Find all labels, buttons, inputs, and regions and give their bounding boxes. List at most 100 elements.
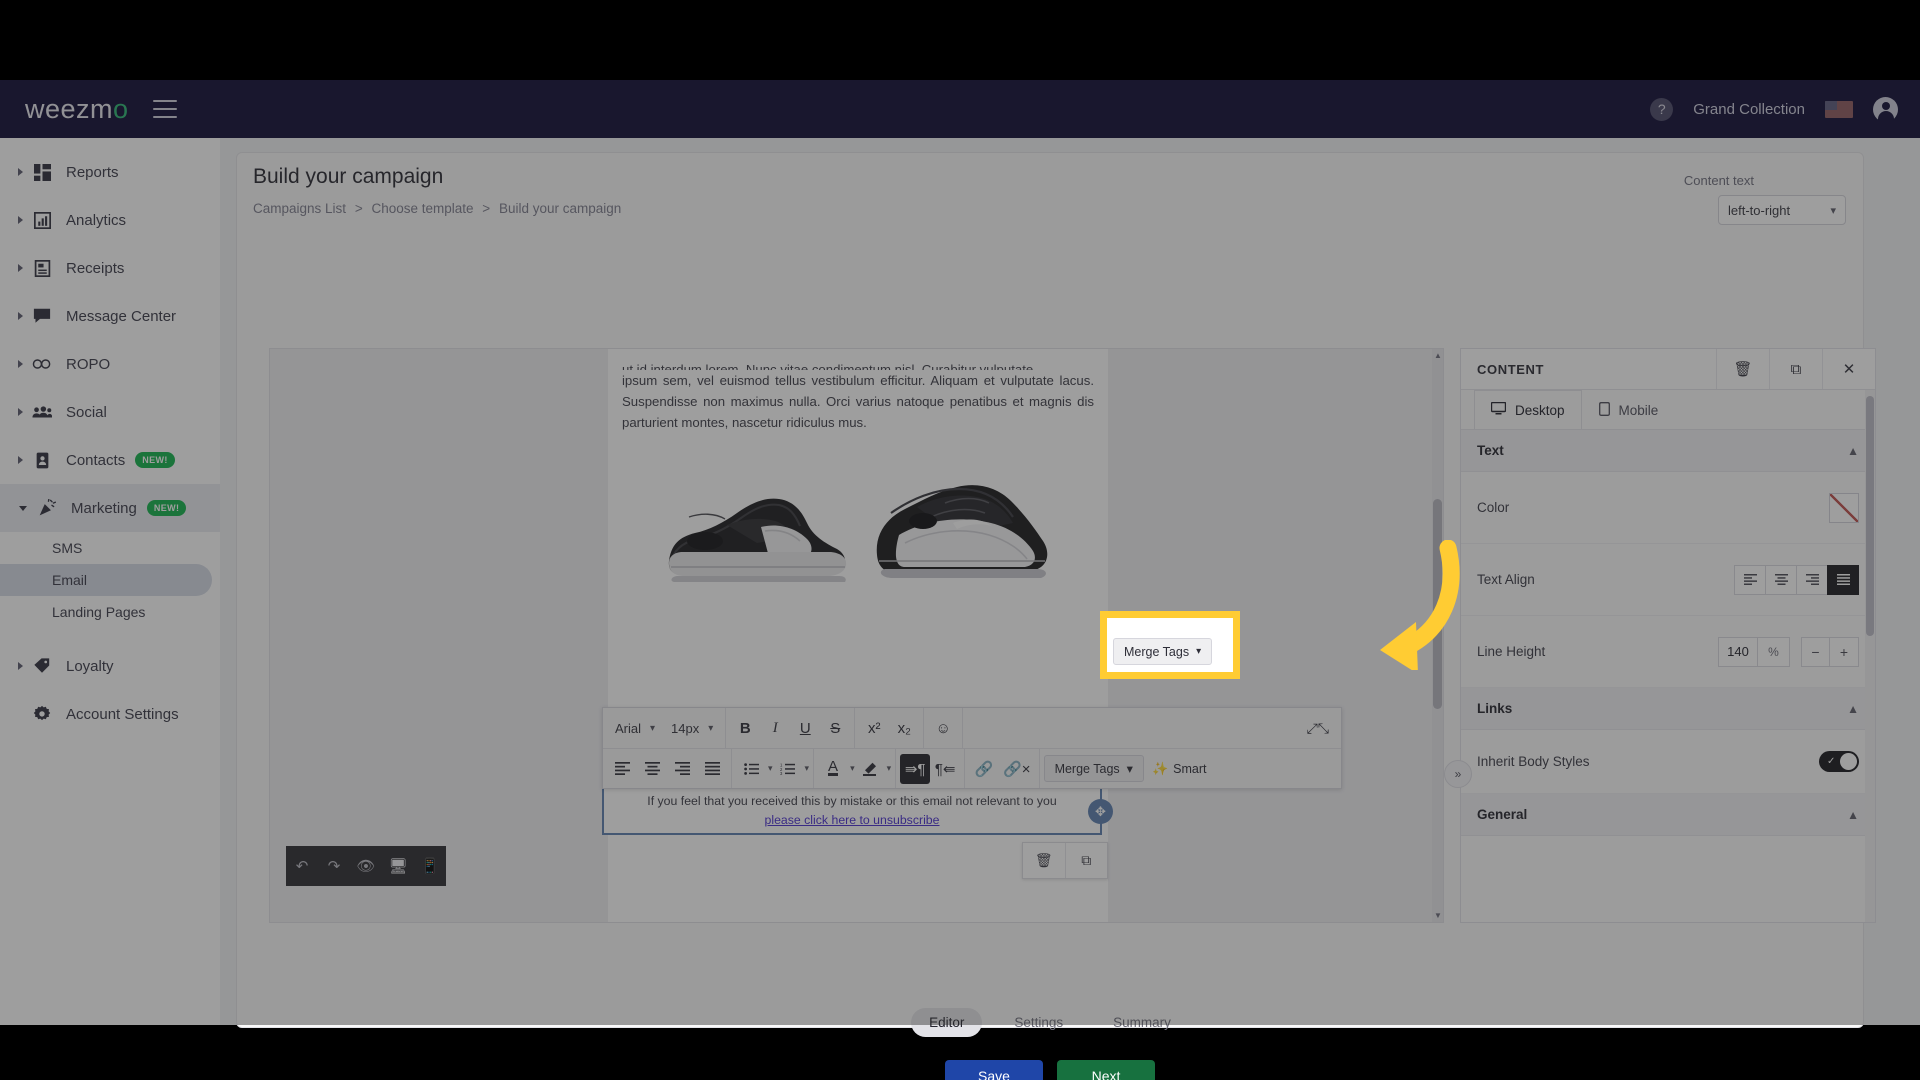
sidebar-item-reports[interactable]: Reports bbox=[0, 148, 220, 196]
rtl-direction-icon[interactable]: ⇛¶ bbox=[900, 753, 931, 784]
breadcrumb-build-your-campaign[interactable]: Build your campaign bbox=[499, 201, 621, 216]
eye-icon[interactable]: 👁 bbox=[353, 853, 379, 879]
text-direction-select[interactable]: left-to-right ▾ bbox=[1718, 195, 1846, 225]
section-title: General bbox=[1477, 807, 1528, 822]
font-color-icon[interactable]: A bbox=[818, 754, 848, 784]
sidebar-item-receipts[interactable]: Receipts bbox=[0, 244, 220, 292]
properties-scrollbar-thumb[interactable] bbox=[1866, 396, 1874, 636]
align-justify-icon[interactable] bbox=[1827, 564, 1859, 595]
email-image-block[interactable] bbox=[608, 473, 1108, 593]
highlighter-icon[interactable] bbox=[855, 754, 885, 784]
align-justify-icon[interactable] bbox=[697, 754, 727, 784]
sidebar-item-message-center[interactable]: Message Center bbox=[0, 292, 220, 340]
us-flag-icon[interactable] bbox=[1825, 100, 1853, 118]
strikethrough-button[interactable]: S bbox=[820, 713, 850, 743]
close-icon[interactable]: ✕ bbox=[1822, 349, 1875, 389]
align-left-icon[interactable] bbox=[607, 754, 637, 784]
breadcrumb-campaigns-list[interactable]: Campaigns List bbox=[253, 201, 346, 216]
inherit-body-styles-toggle[interactable]: ✓ bbox=[1819, 751, 1859, 772]
italic-button[interactable]: I bbox=[760, 713, 790, 743]
scroll-up-arrow[interactable]: ▲ bbox=[1434, 351, 1442, 360]
tab-desktop[interactable]: Desktop bbox=[1474, 390, 1582, 429]
drag-move-icon[interactable]: ✥ bbox=[1088, 799, 1113, 824]
subscript-button[interactable]: x₂ bbox=[889, 713, 919, 743]
weezmo-logo[interactable]: weezmo bbox=[25, 94, 129, 125]
chevron-down-icon[interactable]: ▾ bbox=[805, 763, 810, 774]
align-left-icon[interactable] bbox=[1734, 564, 1766, 595]
sidebar-subitem-email[interactable]: Email bbox=[0, 564, 212, 596]
bold-button[interactable]: B bbox=[730, 713, 760, 743]
underline-button[interactable]: U bbox=[790, 713, 820, 743]
font-family-select[interactable]: Arial ▾ bbox=[607, 714, 663, 742]
letterbox-top bbox=[0, 0, 1920, 80]
sidebar-item-ropo[interactable]: ROPO bbox=[0, 340, 220, 388]
chevrons-right-icon[interactable]: » bbox=[1444, 760, 1472, 788]
tab-settings[interactable]: Settings bbox=[996, 1008, 1081, 1037]
email-body[interactable]: ut id interdum lorem. Nunc vitae condime… bbox=[608, 349, 1108, 922]
sidebar-subitem-landing-pages[interactable]: Landing Pages bbox=[0, 596, 212, 628]
unsubscribe-link[interactable]: please click here to unsubscribe bbox=[765, 811, 940, 830]
breadcrumb-choose-template[interactable]: Choose template bbox=[371, 201, 473, 216]
sidebar-item-social[interactable]: Social bbox=[0, 388, 220, 436]
user-avatar-icon[interactable] bbox=[1873, 96, 1898, 122]
trash-icon[interactable]: 🗑 bbox=[1716, 349, 1769, 389]
sidebar-item-marketing[interactable]: Marketing NEW! bbox=[0, 484, 220, 532]
section-header-general[interactable]: General ▲ bbox=[1461, 794, 1875, 836]
sidebar-subitem-sms[interactable]: SMS bbox=[0, 532, 212, 564]
chevron-right-icon bbox=[18, 216, 23, 224]
smart-button[interactable]: ✨ Smart bbox=[1144, 761, 1215, 777]
save-button[interactable]: Save bbox=[945, 1060, 1043, 1080]
chevron-down-icon[interactable]: ▾ bbox=[850, 763, 855, 774]
superscript-button[interactable]: x² bbox=[859, 713, 889, 743]
align-right-icon[interactable] bbox=[667, 754, 697, 784]
section-header-text[interactable]: Text ▲ bbox=[1461, 430, 1875, 472]
chevron-up-icon: ▲ bbox=[1847, 443, 1859, 458]
desktop-icon[interactable]: 🖥 bbox=[385, 853, 411, 879]
chevron-down-icon[interactable]: ▾ bbox=[887, 763, 892, 774]
font-size-select[interactable]: 14px ▾ bbox=[663, 714, 721, 742]
collapse-icon[interactable]: ⤢⤡ bbox=[1295, 720, 1341, 737]
align-center-icon[interactable] bbox=[1765, 564, 1797, 595]
sidebar-label: Message Center bbox=[66, 307, 177, 325]
emoji-icon[interactable]: ☺ bbox=[928, 713, 958, 743]
tab-summary[interactable]: Summary bbox=[1095, 1008, 1189, 1037]
trash-icon[interactable]: 🗑 bbox=[1023, 843, 1065, 878]
mobile-icon[interactable]: 📱 bbox=[417, 853, 443, 879]
duplicate-icon[interactable]: ⧉ bbox=[1064, 843, 1108, 878]
email-footer-block-selected[interactable]: If you feel that you received this by mi… bbox=[602, 787, 1102, 835]
chevron-down-icon[interactable]: ▾ bbox=[768, 763, 773, 774]
undo-icon[interactable]: ↶ bbox=[289, 853, 315, 879]
redo-icon[interactable]: ↷ bbox=[321, 853, 347, 879]
color-swatch[interactable] bbox=[1829, 492, 1859, 523]
duplicate-icon[interactable]: ⧉ bbox=[1769, 349, 1822, 389]
ltr-direction-icon[interactable]: ¶⇚ bbox=[930, 754, 960, 784]
scroll-down-arrow[interactable]: ▼ bbox=[1434, 911, 1442, 920]
sneaker-image-right[interactable] bbox=[865, 473, 1055, 593]
unlink-icon[interactable]: 🔗× bbox=[999, 754, 1034, 784]
section-header-links[interactable]: Links ▲ bbox=[1461, 688, 1875, 730]
sidebar-item-contacts[interactable]: Contacts NEW! bbox=[0, 436, 220, 484]
tab-editor[interactable]: Editor bbox=[911, 1008, 983, 1037]
line-height-increment[interactable]: + bbox=[1830, 636, 1859, 667]
numbered-list-icon[interactable]: 123 bbox=[773, 754, 803, 784]
hamburger-icon[interactable] bbox=[152, 100, 177, 118]
annotation-highlighted-merge-tags[interactable]: Merge Tags ▾ bbox=[1113, 638, 1213, 665]
properties-scrollbar[interactable] bbox=[1865, 390, 1875, 922]
next-button[interactable]: Next bbox=[1057, 1060, 1155, 1080]
link-icon[interactable]: 🔗 bbox=[969, 754, 999, 784]
sidebar-item-account-settings[interactable]: Account Settings bbox=[0, 690, 220, 738]
email-paragraph-block[interactable]: ut id interdum lorem. Nunc vitae condime… bbox=[608, 349, 1108, 433]
align-right-icon[interactable] bbox=[1796, 564, 1828, 595]
line-height-decrement[interactable]: − bbox=[1801, 636, 1830, 667]
sneaker-image-left[interactable] bbox=[661, 483, 851, 593]
bullet-list-icon[interactable] bbox=[736, 754, 766, 784]
organization-name[interactable]: Grand Collection bbox=[1693, 101, 1805, 118]
sidebar-item-analytics[interactable]: Analytics bbox=[0, 196, 220, 244]
align-center-icon[interactable] bbox=[637, 754, 667, 784]
tab-mobile[interactable]: Mobile bbox=[1582, 390, 1676, 429]
line-height-unit[interactable]: % bbox=[1758, 636, 1790, 667]
sidebar-item-loyalty[interactable]: Loyalty bbox=[0, 642, 220, 690]
help-icon[interactable]: ? bbox=[1650, 97, 1674, 121]
merge-tags-button[interactable]: Merge Tags ▾ bbox=[1043, 755, 1144, 782]
line-height-value[interactable]: 140 bbox=[1718, 636, 1758, 667]
